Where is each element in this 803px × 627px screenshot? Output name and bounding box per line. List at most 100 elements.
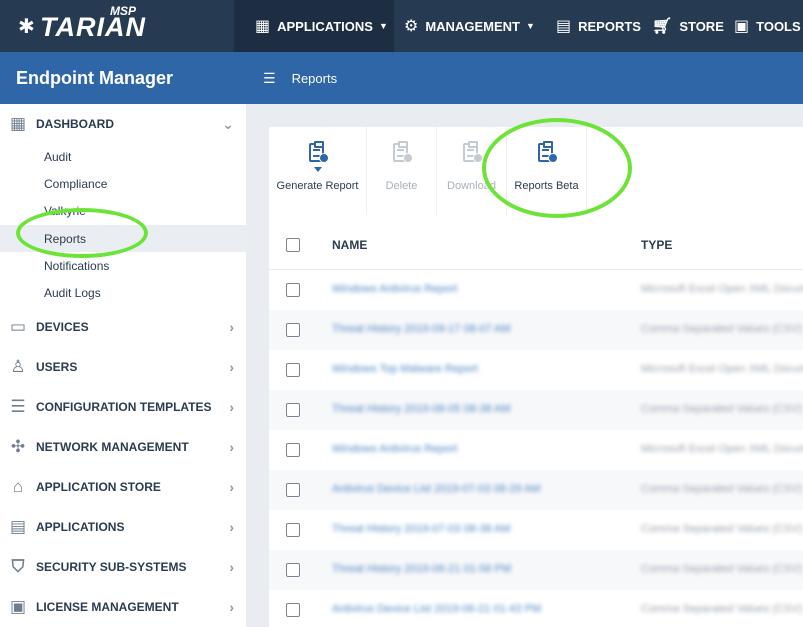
- table-header: NAME TYPE: [269, 221, 803, 270]
- generate-report-label: Generate Report: [276, 180, 359, 192]
- chevron-right-icon: ›: [229, 439, 234, 455]
- table-row[interactable]: Windows Antivirus Report Microsoft Excel…: [269, 430, 803, 470]
- sidebar-item-label: CONFIGURATION TEMPLATES: [36, 400, 212, 414]
- delete-label: Delete: [385, 180, 418, 192]
- row-checkbox[interactable]: [286, 283, 300, 297]
- report-name-link[interactable]: Windows Top Malware Report: [332, 363, 478, 375]
- chevron-right-icon: ›: [229, 479, 234, 495]
- devices-icon: ▭: [9, 317, 27, 336]
- sidebar-item-label: SECURITY SUB-SYSTEMS: [36, 560, 187, 574]
- sidebar-item-application-store[interactable]: ⌂ APPLICATION STORE ›: [0, 467, 246, 507]
- report-type: Comma Separated Values (CSV): [641, 523, 803, 535]
- report-type: Microsoft Excel Open XML Document: [641, 363, 803, 375]
- clipboard-generate-icon: [307, 141, 329, 172]
- nav-applications[interactable]: ▦ APPLICATIONS ▼: [234, 0, 394, 52]
- report-name-link[interactable]: Antivirus Device List 2019-07-03 08-29 A…: [332, 483, 541, 495]
- chevron-down-icon: ⌄: [222, 115, 234, 132]
- report-type: Comma Separated Values (CSV): [641, 563, 803, 575]
- dashboard-icon: ▦: [9, 114, 27, 133]
- row-checkbox[interactable]: [286, 323, 300, 337]
- row-checkbox[interactable]: [286, 443, 300, 457]
- row-checkbox[interactable]: [286, 483, 300, 497]
- clipboard-download-icon: [461, 141, 483, 167]
- templates-icon: ☰: [10, 397, 26, 416]
- report-name-link[interactable]: Windows Antivirus Report: [332, 283, 457, 295]
- logo-figure-icon: ✱: [18, 16, 35, 38]
- report-name-link[interactable]: Threat History 2019-09-17 08-07 AM: [332, 323, 511, 335]
- table-row[interactable]: Threat History 2019-08-05 08-38 AM Comma…: [269, 390, 803, 430]
- chevron-down-icon: ▼: [378, 21, 388, 31]
- sidebar-item-security-sub-systems[interactable]: ⛉ SECURITY SUB-SYSTEMS ›: [0, 547, 246, 587]
- report-name-link[interactable]: Windows Antivirus Report: [332, 443, 457, 455]
- document-icon: ▤: [556, 18, 572, 35]
- sidebar-item-configuration-templates[interactable]: ☰ CONFIGURATION TEMPLATES ›: [0, 387, 246, 427]
- column-header-name[interactable]: NAME: [332, 238, 367, 252]
- report-type: Microsoft Excel Open XML Document: [641, 283, 803, 295]
- nav-management[interactable]: ⚙ MANAGEMENT ▼: [404, 0, 535, 52]
- sidebar-item-audit[interactable]: Audit: [0, 143, 246, 170]
- row-checkbox[interactable]: [286, 563, 300, 577]
- sidebar-item-label: LICENSE MANAGEMENT: [36, 600, 179, 614]
- sidebar-item-label: Audit: [44, 149, 72, 164]
- row-checkbox[interactable]: [286, 403, 300, 417]
- nav-management-label: MANAGEMENT: [425, 18, 520, 34]
- page-title: Reports: [291, 70, 338, 86]
- sidebar-item-label: APPLICATION STORE: [36, 480, 161, 494]
- sidebar-item-applications[interactable]: ▤ APPLICATIONS ›: [0, 507, 246, 547]
- sidebar-item-users[interactable]: ♙ USERS ›: [0, 347, 246, 387]
- sidebar-item-label: APPLICATIONS: [36, 520, 125, 534]
- chevron-down-icon: ▼: [525, 21, 535, 31]
- select-all-checkbox[interactable]: [286, 238, 300, 252]
- report-name-link[interactable]: Threat History 2019-06-21 01-56 PM: [332, 563, 511, 575]
- sidebar-item-label: NETWORK MANAGEMENT: [36, 440, 189, 454]
- column-header-type[interactable]: TYPE: [641, 238, 672, 252]
- table-row[interactable]: Threat History 2019-09-17 08-07 AM Comma…: [269, 310, 803, 350]
- chevron-right-icon: ›: [229, 559, 234, 575]
- report-name-link[interactable]: Threat History 2019-07-03 08-38 AM: [332, 523, 511, 535]
- delete-button[interactable]: Delete: [367, 127, 437, 215]
- top-navigation-bar: ✱ TARIAN MSP ▦ APPLICATIONS ▼ ⚙ MANAGEME…: [0, 0, 803, 52]
- report-type: Comma Separated Values (CSV): [641, 403, 803, 415]
- table-row[interactable]: Threat History 2019-07-03 08-38 AM Comma…: [269, 510, 803, 550]
- table-row[interactable]: Windows Antivirus Report Microsoft Excel…: [269, 270, 803, 310]
- row-checkbox[interactable]: [286, 523, 300, 537]
- report-name-link[interactable]: Antivirus Device List 2019-06-21 01-43 P…: [332, 603, 541, 615]
- report-type: Comma Separated Values (CSV): [641, 323, 803, 335]
- sidebar-item-network-management[interactable]: ✣ NETWORK MANAGEMENT ›: [0, 427, 246, 467]
- nav-reports-label: REPORTS: [578, 18, 641, 34]
- basket-icon: ⌂: [12, 477, 24, 496]
- nav-store[interactable]: 🛒︎ STORE: [652, 0, 724, 52]
- sidebar-item-dashboard[interactable]: ▦ DASHBOARD ⌄: [0, 104, 246, 144]
- row-checkbox[interactable]: [286, 603, 300, 617]
- tarian-msp-logo[interactable]: ✱ TARIAN MSP: [18, 4, 145, 46]
- nav-reports[interactable]: ▤ REPORTS: [556, 0, 641, 52]
- nav-store-label: STORE: [679, 18, 724, 34]
- license-icon: ▣: [9, 597, 27, 616]
- nav-tools[interactable]: ▣ TOOLS: [734, 0, 801, 52]
- nav-tools-label: TOOLS: [756, 18, 801, 34]
- sidebar-item-compliance[interactable]: Compliance: [0, 170, 246, 197]
- grid-icon: ▦: [255, 18, 271, 35]
- chevron-right-icon: ›: [229, 399, 234, 415]
- table-row[interactable]: Threat History 2019-06-21 01-56 PM Comma…: [269, 550, 803, 590]
- row-checkbox[interactable]: [286, 363, 300, 377]
- gear-icon: ⚙: [404, 18, 419, 35]
- table-row[interactable]: Antivirus Device List 2019-07-03 08-29 A…: [269, 470, 803, 510]
- table-row[interactable]: Antivirus Device List 2019-06-21 01-43 P…: [269, 590, 803, 627]
- sidebar-item-audit-logs[interactable]: Audit Logs: [0, 279, 246, 306]
- sidebar-item-label: Audit Logs: [44, 285, 101, 300]
- sidebar-item-devices[interactable]: ▭ DEVICES ›: [0, 307, 246, 347]
- sidebar-title: Endpoint Manager: [0, 52, 246, 104]
- sidebar-item-notifications[interactable]: Notifications: [0, 252, 246, 279]
- cart-icon: 🛒︎: [652, 18, 673, 35]
- generate-report-button[interactable]: Generate Report: [269, 127, 367, 215]
- sidebar-item-license-management[interactable]: ▣ LICENSE MANAGEMENT ›: [0, 587, 246, 627]
- sidebar-item-label: DEVICES: [36, 320, 89, 334]
- report-type: Comma Separated Values (CSV): [641, 603, 803, 615]
- network-icon: ✣: [10, 437, 26, 456]
- chevron-right-icon: ›: [229, 359, 234, 375]
- table-row[interactable]: Windows Top Malware Report Microsoft Exc…: [269, 350, 803, 390]
- menu-icon[interactable]: ☰: [263, 70, 276, 87]
- report-name-link[interactable]: Threat History 2019-08-05 08-38 AM: [332, 403, 511, 415]
- server-icon: ▤: [9, 517, 27, 536]
